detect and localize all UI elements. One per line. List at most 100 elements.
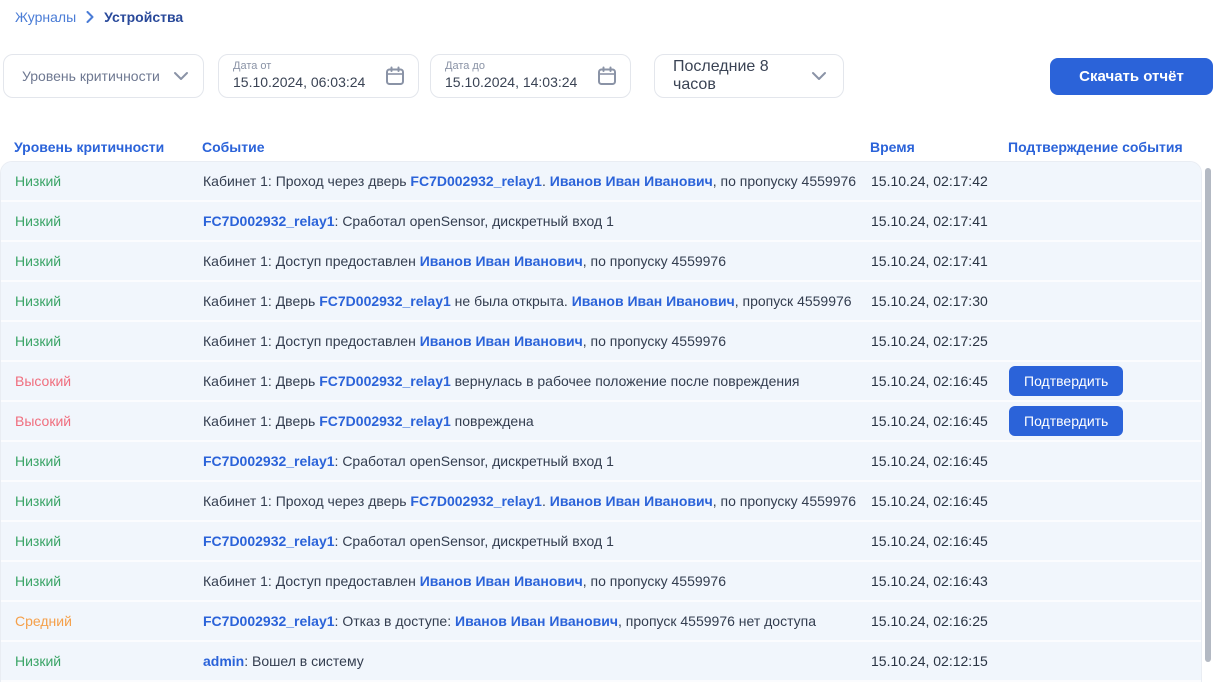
severity-label: Высокий <box>15 413 203 429</box>
event-text: FC7D002932_relay1: Отказ в доступе: Иван… <box>203 613 871 629</box>
event-text: FC7D002932_relay1: Сработал openSensor, … <box>203 453 871 469</box>
confirm-button[interactable]: Подтвердить <box>1009 366 1123 396</box>
table-row: Низкий Кабинет 1: Проход через дверь FC7… <box>1 482 1201 522</box>
event-time: 15.10.24, 02:16:43 <box>871 573 1009 589</box>
event-time: 15.10.24, 02:16:45 <box>871 373 1009 389</box>
event-time: 15.10.24, 02:17:30 <box>871 293 1009 309</box>
event-entity-link[interactable]: Иванов Иван Иванович <box>455 613 618 629</box>
event-entity-link[interactable]: FC7D002932_relay1 <box>410 173 542 189</box>
column-header-event: Событие <box>202 139 870 155</box>
event-entity-link[interactable]: FC7D002932_relay1 <box>410 493 542 509</box>
severity-filter-select[interactable]: Уровень критичности <box>3 54 204 98</box>
event-entity-link[interactable]: Иванов Иван Иванович <box>550 173 713 189</box>
date-to-label: Дата до <box>445 60 577 74</box>
table-row: Низкий FC7D002932_relay1: Сработал openS… <box>1 202 1201 242</box>
event-entity-link[interactable]: Иванов Иван Иванович <box>572 293 735 309</box>
event-text: Кабинет 1: Проход через дверь FC7D002932… <box>203 173 871 189</box>
confirm-cell: Подтвердить <box>1009 406 1201 436</box>
event-text-segment: Кабинет 1: Проход через дверь <box>203 173 410 189</box>
event-text-segment: Кабинет 1: Доступ предоставлен <box>203 333 420 349</box>
chevron-right-icon <box>86 11 94 23</box>
table-row: Низкий Кабинет 1: Доступ предоставлен Ив… <box>1 242 1201 282</box>
date-from-input[interactable]: Дата от 15.10.2024, 06:03:24 <box>218 54 419 98</box>
event-text-segment: Кабинет 1: Проход через дверь <box>203 493 410 509</box>
event-text-segment: вернулась в рабочее положение после повр… <box>451 373 800 389</box>
event-text: Кабинет 1: Доступ предоставлен Иванов Ив… <box>203 573 871 589</box>
event-text-segment: , по пропуску 4559976 <box>583 333 726 349</box>
severity-label: Низкий <box>15 253 203 269</box>
severity-label: Средний <box>15 613 203 629</box>
event-text-segment: , по пропуску 4559976 <box>583 573 726 589</box>
date-from-value: 15.10.2024, 06:03:24 <box>233 74 365 92</box>
event-table-body: Низкий Кабинет 1: Проход через дверь FC7… <box>0 161 1202 682</box>
event-time: 15.10.24, 02:16:45 <box>871 413 1009 429</box>
severity-label: Низкий <box>15 293 203 309</box>
event-text-segment: : Отказ в доступе: <box>335 613 455 629</box>
date-to-value: 15.10.2024, 14:03:24 <box>445 74 577 92</box>
event-text: Кабинет 1: Дверь FC7D002932_relay1 верну… <box>203 373 871 389</box>
vertical-scrollbar[interactable] <box>1205 168 1211 662</box>
event-text-segment: . <box>542 173 550 189</box>
event-time: 15.10.24, 02:17:41 <box>871 213 1009 229</box>
severity-label: Низкий <box>15 213 203 229</box>
download-report-button[interactable]: Скачать отчёт <box>1050 58 1213 95</box>
event-entity-link[interactable]: FC7D002932_relay1 <box>203 533 335 549</box>
event-text: FC7D002932_relay1: Сработал openSensor, … <box>203 533 871 549</box>
event-time: 15.10.24, 02:16:45 <box>871 493 1009 509</box>
event-entity-link[interactable]: FC7D002932_relay1 <box>319 373 451 389</box>
confirm-button[interactable]: Подтвердить <box>1009 406 1123 436</box>
severity-label: Низкий <box>15 573 203 589</box>
table-row: Низкий Кабинет 1: Доступ предоставлен Ив… <box>1 562 1201 602</box>
event-time: 15.10.24, 02:17:41 <box>871 253 1009 269</box>
event-text: Кабинет 1: Проход через дверь FC7D002932… <box>203 493 871 509</box>
event-text-segment: , пропуск 4559976 нет доступа <box>618 613 816 629</box>
table-row: Высокий Кабинет 1: Дверь FC7D002932_rela… <box>1 362 1201 402</box>
event-text-segment: : Вошел в систему <box>244 653 364 669</box>
event-text: Кабинет 1: Доступ предоставлен Иванов Ив… <box>203 253 871 269</box>
event-table-header: Уровень критичности Событие Время Подтве… <box>0 133 1218 161</box>
breadcrumb: Журналы Устройства <box>0 0 1218 25</box>
event-text-segment: Кабинет 1: Доступ предоставлен <box>203 573 420 589</box>
event-text-segment: Кабинет 1: Доступ предоставлен <box>203 253 420 269</box>
event-entity-link[interactable]: Иванов Иван Иванович <box>420 573 583 589</box>
table-row: Низкий FC7D002932_relay1: Сработал openS… <box>1 442 1201 482</box>
calendar-icon[interactable] <box>384 65 406 87</box>
event-entity-link[interactable]: FC7D002932_relay1 <box>319 413 451 429</box>
breadcrumb-link-journals[interactable]: Журналы <box>15 9 76 25</box>
event-text-segment: , по пропуску 4559976 <box>583 253 726 269</box>
chevron-down-icon <box>173 71 189 81</box>
event-text: Кабинет 1: Дверь FC7D002932_relay1 повре… <box>203 413 871 429</box>
event-text-segment: , по пропуску 4559976 <box>713 173 856 189</box>
event-entity-link[interactable]: FC7D002932_relay1 <box>203 453 335 469</box>
date-from-label: Дата от <box>233 60 365 74</box>
date-to-input[interactable]: Дата до 15.10.2024, 14:03:24 <box>430 54 631 98</box>
severity-filter-label: Уровень критичности <box>22 68 160 84</box>
table-row: Средний FC7D002932_relay1: Отказ в досту… <box>1 602 1201 642</box>
confirm-cell: Подтвердить <box>1009 366 1201 396</box>
severity-label: Низкий <box>15 653 203 669</box>
event-entity-link[interactable]: admin <box>203 653 244 669</box>
event-time: 15.10.24, 02:17:42 <box>871 173 1009 189</box>
event-entity-link[interactable]: FC7D002932_relay1 <box>319 293 451 309</box>
event-time: 15.10.24, 02:17:25 <box>871 333 1009 349</box>
event-entity-link[interactable]: Иванов Иван Иванович <box>420 253 583 269</box>
event-time: 15.10.24, 02:16:45 <box>871 453 1009 469</box>
chevron-down-icon <box>811 71 827 81</box>
event-entity-link[interactable]: Иванов Иван Иванович <box>420 333 583 349</box>
filter-bar: Уровень критичности Дата от 15.10.2024, … <box>3 54 1218 98</box>
calendar-icon[interactable] <box>596 65 618 87</box>
table-row: Низкий Кабинет 1: Дверь FC7D002932_relay… <box>1 282 1201 322</box>
severity-label: Низкий <box>15 453 203 469</box>
event-entity-link[interactable]: Иванов Иван Иванович <box>550 493 713 509</box>
event-entity-link[interactable]: FC7D002932_relay1 <box>203 213 335 229</box>
event-text-segment: : Сработал openSensor, дискретный вход 1 <box>335 213 614 229</box>
event-text: Кабинет 1: Дверь FC7D002932_relay1 не бы… <box>203 293 871 309</box>
breadcrumb-current-devices: Устройства <box>104 9 183 25</box>
table-row: Низкий Кабинет 1: Проход через дверь FC7… <box>1 162 1201 202</box>
period-filter-select[interactable]: Последние 8 часов <box>654 54 844 98</box>
event-time: 15.10.24, 02:12:15 <box>871 653 1009 669</box>
event-text-segment: : Сработал openSensor, дискретный вход 1 <box>335 453 614 469</box>
event-text-segment: , по пропуску 4559976 <box>713 493 856 509</box>
event-entity-link[interactable]: FC7D002932_relay1 <box>203 613 335 629</box>
severity-label: Низкий <box>15 533 203 549</box>
